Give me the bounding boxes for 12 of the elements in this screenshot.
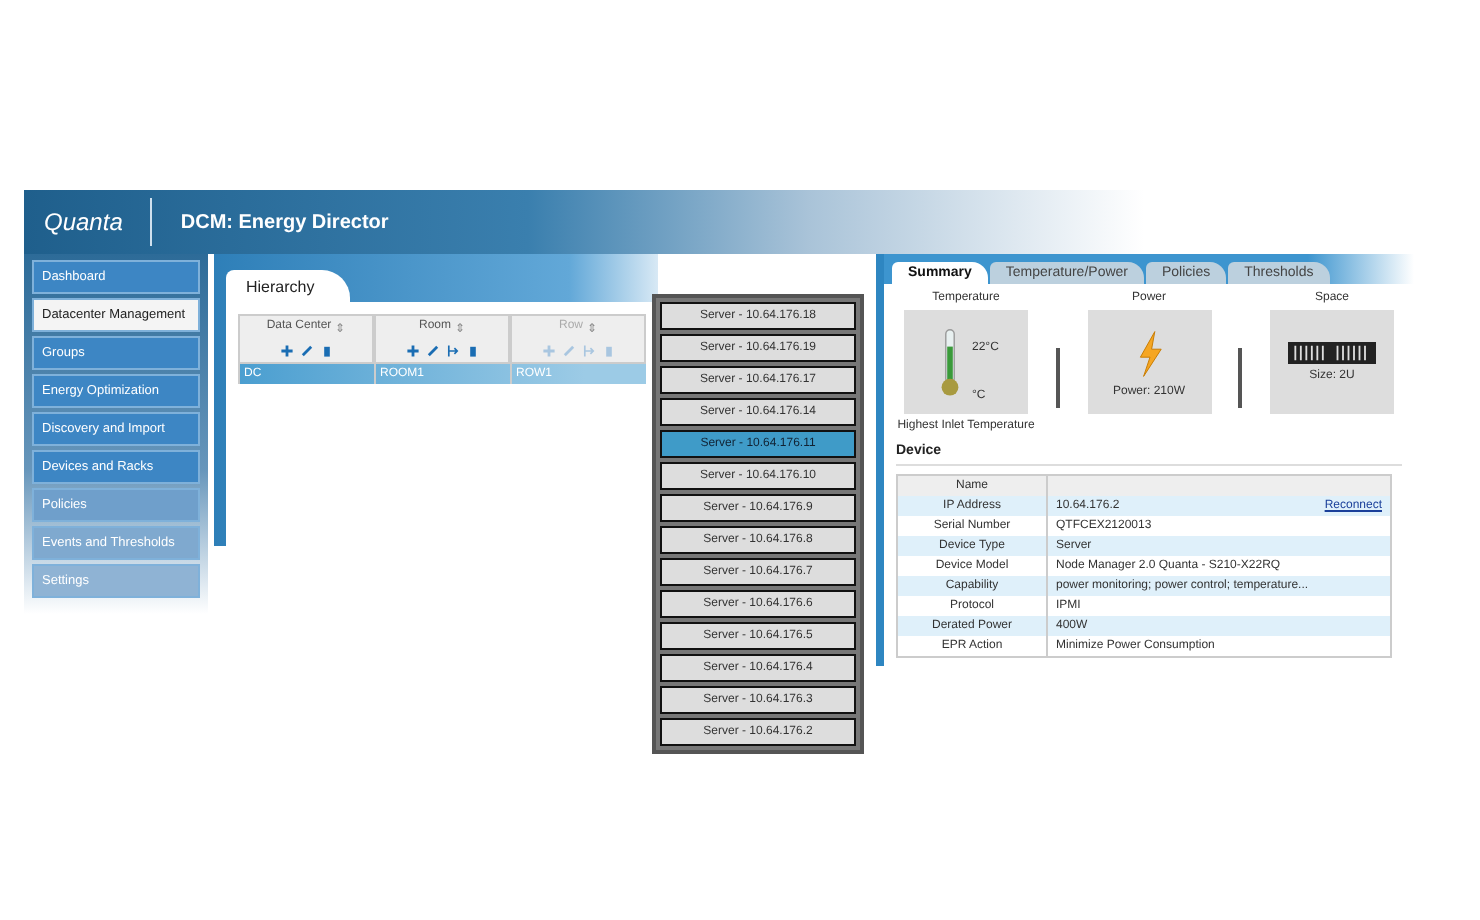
lightning-icon (1133, 327, 1165, 379)
move-icon[interactable] (445, 344, 459, 358)
pencil-icon[interactable] (299, 344, 313, 358)
trash-icon[interactable] (319, 344, 333, 358)
pencil-icon[interactable] (425, 344, 439, 358)
hierarchy-tab[interactable]: Hierarchy (226, 270, 351, 302)
add-icon[interactable] (405, 344, 419, 358)
logo-text: Quanta (42, 208, 125, 236)
server-rack-icon (1288, 342, 1376, 364)
trash-icon[interactable] (465, 344, 479, 358)
add-icon[interactable] (279, 344, 293, 358)
app-title: DCM: Energy Director (178, 211, 389, 233)
